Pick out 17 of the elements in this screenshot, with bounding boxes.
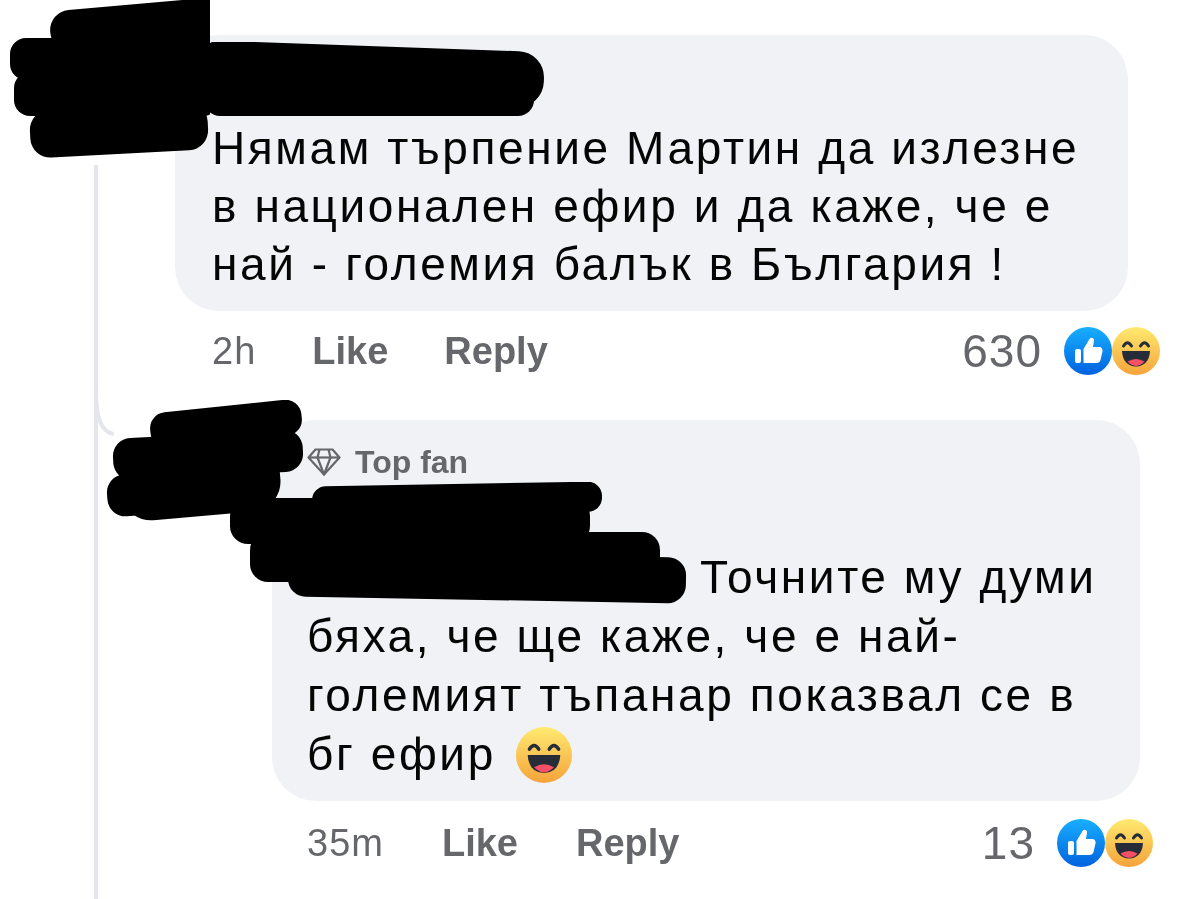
laughing-face-icon [1105,819,1153,867]
thumbs-up-icon [1064,327,1112,375]
comment-text: Нямам търпение Мартин да излезне в национален ефир и да каже, че е най - големия балък в България ! [212,121,1081,292]
like-button[interactable]: Like [312,328,389,374]
comment-text: Точните му думи [700,550,1097,605]
laughing-face-icon [1112,327,1160,375]
reaction-count: 13 [981,820,1035,866]
comment-time: 2h [212,329,257,374]
reply-button[interactable]: Reply [575,820,680,866]
comment-time: 35m [307,821,384,866]
grinning-face-icon [515,726,572,783]
comment-text: бг ефир [307,727,496,782]
thumbs-up-icon [1057,819,1105,867]
diamond-icon [307,448,341,476]
reaction-count: 630 [962,328,1042,374]
like-button[interactable]: Like [441,820,518,866]
reply-button[interactable]: Reply [444,328,548,374]
